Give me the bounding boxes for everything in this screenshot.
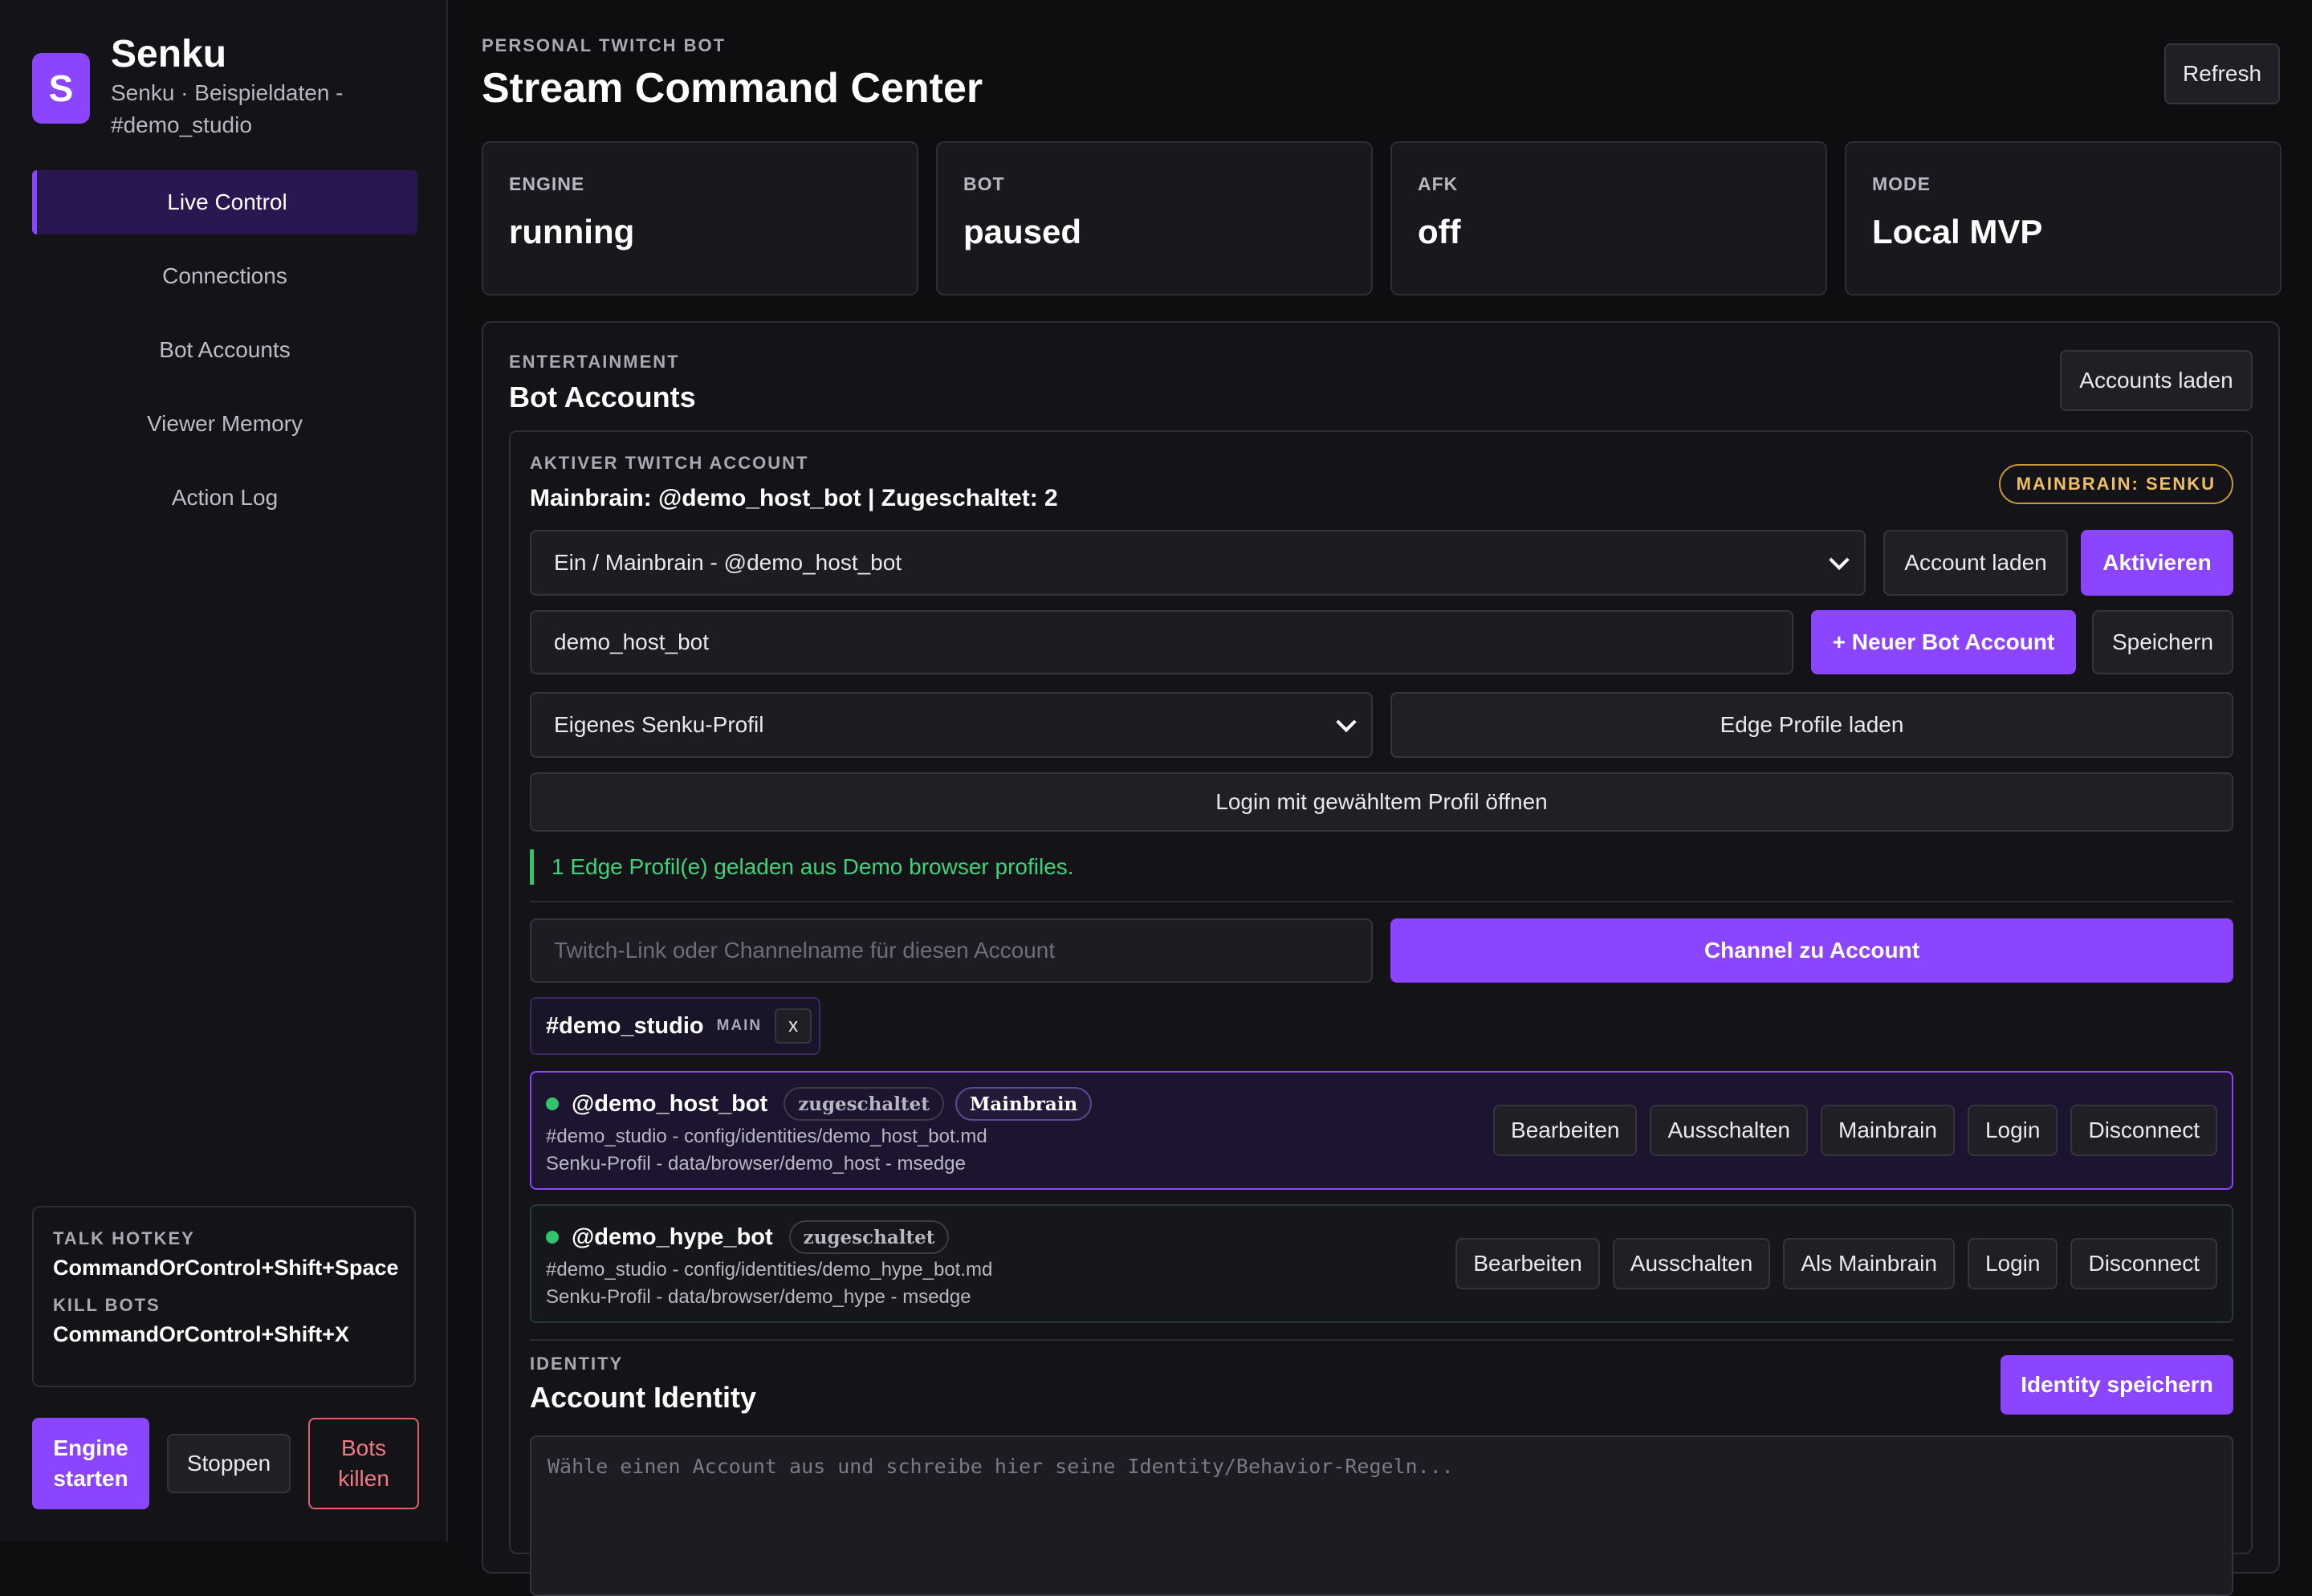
channel-input-placeholder: Twitch-Link oder Channelname für diesen …	[554, 938, 1056, 963]
switch-off-button[interactable]: Ausschalten	[1612, 1238, 1771, 1289]
chevron-down-icon	[1829, 549, 1850, 571]
status-pill: zugeschaltet	[784, 1087, 944, 1121]
status-pill: zugeschaltet	[788, 1220, 950, 1254]
stop-button[interactable]: Stoppen	[167, 1434, 291, 1493]
save-button[interactable]: Speichern	[2092, 610, 2233, 674]
edit-button[interactable]: Bearbeiten	[1493, 1105, 1638, 1156]
active-account-eyebrow: AKTIVER TWITCH ACCOUNT	[530, 453, 809, 473]
kill-bots-value: CommandOrControl+Shift+X	[53, 1322, 350, 1346]
identity-eyebrow: IDENTITY	[530, 1354, 624, 1374]
sidebar-item-bot-accounts[interactable]: Bot Accounts	[32, 318, 417, 382]
remove-channel-button[interactable]: x	[775, 1008, 812, 1044]
account-actions: Bearbeiten Ausschalten Mainbrain Login D…	[1480, 1105, 2217, 1156]
divider	[530, 901, 2233, 902]
login-profile-button[interactable]: Login mit gewähltem Profil öffnen	[530, 772, 2233, 832]
stats-row: ENGINE running BOT paused AFK off MODE L…	[482, 141, 2281, 295]
active-account-summary: Mainbrain: @demo_host_bot | Zugeschaltet…	[530, 485, 1058, 511]
header-eyebrow: PERSONAL TWITCH BOT	[482, 35, 727, 55]
sidebar-item-action-log[interactable]: Action Log	[32, 466, 417, 530]
mainbrain-button[interactable]: Mainbrain	[1821, 1105, 1955, 1156]
identity-textarea[interactable]: Wähle einen Account aus und schreibe hie…	[530, 1435, 2233, 1596]
stat-label: MODE	[1872, 173, 1931, 194]
stat-label: ENGINE	[509, 173, 585, 194]
app-logo: S	[32, 53, 90, 124]
sidebar-item-connections[interactable]: Connections	[32, 244, 417, 308]
channel-chip: #demo_studio MAIN x	[530, 997, 820, 1055]
account-meta-profile: Senku-Profil - data/browser/demo_hype - …	[546, 1286, 971, 1308]
sidebar-item-live-control[interactable]: Live Control	[32, 170, 417, 234]
account-meta-profile: Senku-Profil - data/browser/demo_host - …	[546, 1153, 966, 1175]
kill-bots-button[interactable]: Bots killen	[308, 1418, 419, 1509]
login-button[interactable]: Login	[1967, 1238, 2058, 1289]
stat-label: BOT	[963, 173, 1005, 194]
account-row-demo-hype-bot[interactable]: @demo_hype_bot zugeschaltet #demo_studio…	[530, 1204, 2233, 1323]
active-account-section: AKTIVER TWITCH ACCOUNT Mainbrain: @demo_…	[509, 430, 2253, 1596]
channel-chip-tag: MAIN	[716, 1017, 763, 1034]
stat-mode: MODE Local MVP	[1845, 141, 2281, 295]
sidebar: S Senku Senku · Beispieldaten - #demo_st…	[0, 0, 448, 1541]
load-edge-profiles-button[interactable]: Edge Profile laden	[1390, 692, 2233, 758]
account-actions: Bearbeiten Ausschalten Als Mainbrain Log…	[1443, 1238, 2217, 1289]
load-accounts-button[interactable]: Accounts laden	[2060, 350, 2253, 411]
mainbrain-pill: Mainbrain	[955, 1087, 1093, 1121]
stat-engine: ENGINE running	[482, 141, 918, 295]
account-select-value: Ein / Mainbrain - @demo_host_bot	[554, 550, 902, 575]
talk-hotkey-label: TALK HOTKEY	[53, 1228, 195, 1248]
account-name-value: demo_host_bot	[554, 629, 710, 654]
app-subtitle: Senku · Beispieldaten - #demo_studio	[111, 80, 344, 137]
account-meta-channel: #demo_studio - config/identities/demo_hy…	[546, 1259, 993, 1280]
chevron-down-icon	[1336, 711, 1357, 733]
load-account-button[interactable]: Account laden	[1883, 530, 2068, 596]
switch-off-button[interactable]: Ausschalten	[1650, 1105, 1809, 1156]
stat-value: Local MVP	[1872, 213, 2043, 250]
activate-button[interactable]: Aktivieren	[2081, 530, 2233, 596]
stat-bot: BOT paused	[936, 141, 1373, 295]
account-name: @demo_host_bot	[572, 1090, 768, 1117]
talk-hotkey-value: CommandOrControl+Shift+Space	[53, 1256, 399, 1280]
stat-value: paused	[963, 213, 1082, 250]
profile-status-message: 1 Edge Profil(e) geladen aus Demo browse…	[530, 849, 1074, 885]
profile-select-value: Eigenes Senku-Profil	[554, 712, 764, 737]
channel-input[interactable]: Twitch-Link oder Channelname für diesen …	[530, 918, 1373, 983]
account-row-demo-host-bot[interactable]: @demo_host_bot zugeschaltet Mainbrain #d…	[530, 1071, 2233, 1190]
sidebar-nav: Live Control Connections Bot Accounts Vi…	[32, 170, 417, 539]
divider	[530, 1339, 2233, 1341]
hotkeys-box: TALK HOTKEY CommandOrControl+Shift+Space…	[32, 1206, 416, 1387]
profile-select[interactable]: Eigenes Senku-Profil	[530, 692, 1373, 758]
identity-save-button[interactable]: Identity speichern	[2001, 1355, 2233, 1415]
panel-title: Bot Accounts	[509, 381, 696, 413]
refresh-button[interactable]: Refresh	[2164, 43, 2280, 104]
brand: S Senku Senku · Beispieldaten - #demo_st…	[32, 32, 376, 141]
account-name-input[interactable]: demo_host_bot	[530, 610, 1793, 674]
account-meta-channel: #demo_studio - config/identities/demo_ho…	[546, 1126, 987, 1147]
channel-to-account-button[interactable]: Channel zu Account	[1390, 918, 2233, 983]
panel-eyebrow: ENTERTAINMENT	[509, 352, 680, 372]
disconnect-button[interactable]: Disconnect	[2070, 1105, 2217, 1156]
bot-accounts-panel: ENTERTAINMENT Bot Accounts Accounts lade…	[482, 321, 2280, 1596]
mainbrain-badge: MAINBRAIN: SENKU	[1998, 464, 2233, 504]
engine-start-button[interactable]: Engine starten	[32, 1418, 149, 1509]
online-status-icon	[546, 1097, 559, 1110]
stat-value: running	[509, 213, 635, 250]
disconnect-button[interactable]: Disconnect	[2070, 1238, 2217, 1289]
sidebar-item-viewer-memory[interactable]: Viewer Memory	[32, 392, 417, 456]
page-title: Stream Command Center	[482, 65, 983, 112]
identity-title: Account Identity	[530, 1381, 757, 1414]
account-select[interactable]: Ein / Mainbrain - @demo_host_bot	[530, 530, 1866, 596]
app-name: Senku	[111, 33, 227, 75]
edit-button[interactable]: Bearbeiten	[1455, 1238, 1600, 1289]
account-name: @demo_hype_bot	[572, 1223, 773, 1250]
login-button[interactable]: Login	[1967, 1105, 2058, 1156]
channel-chip-name: #demo_studio	[546, 1012, 704, 1039]
set-mainbrain-button[interactable]: Als Mainbrain	[1783, 1238, 1955, 1289]
sidebar-actions: Engine starten Stoppen Bots killen	[32, 1418, 419, 1509]
stat-label: AFK	[1418, 173, 1459, 194]
new-bot-account-button[interactable]: + Neuer Bot Account	[1811, 610, 2076, 674]
stat-value: off	[1418, 213, 1461, 250]
identity-placeholder: Wähle einen Account aus und schreibe hie…	[547, 1455, 1454, 1478]
kill-bots-label: KILL BOTS	[53, 1295, 161, 1315]
stat-afk: AFK off	[1390, 141, 1827, 295]
online-status-icon	[546, 1231, 559, 1244]
